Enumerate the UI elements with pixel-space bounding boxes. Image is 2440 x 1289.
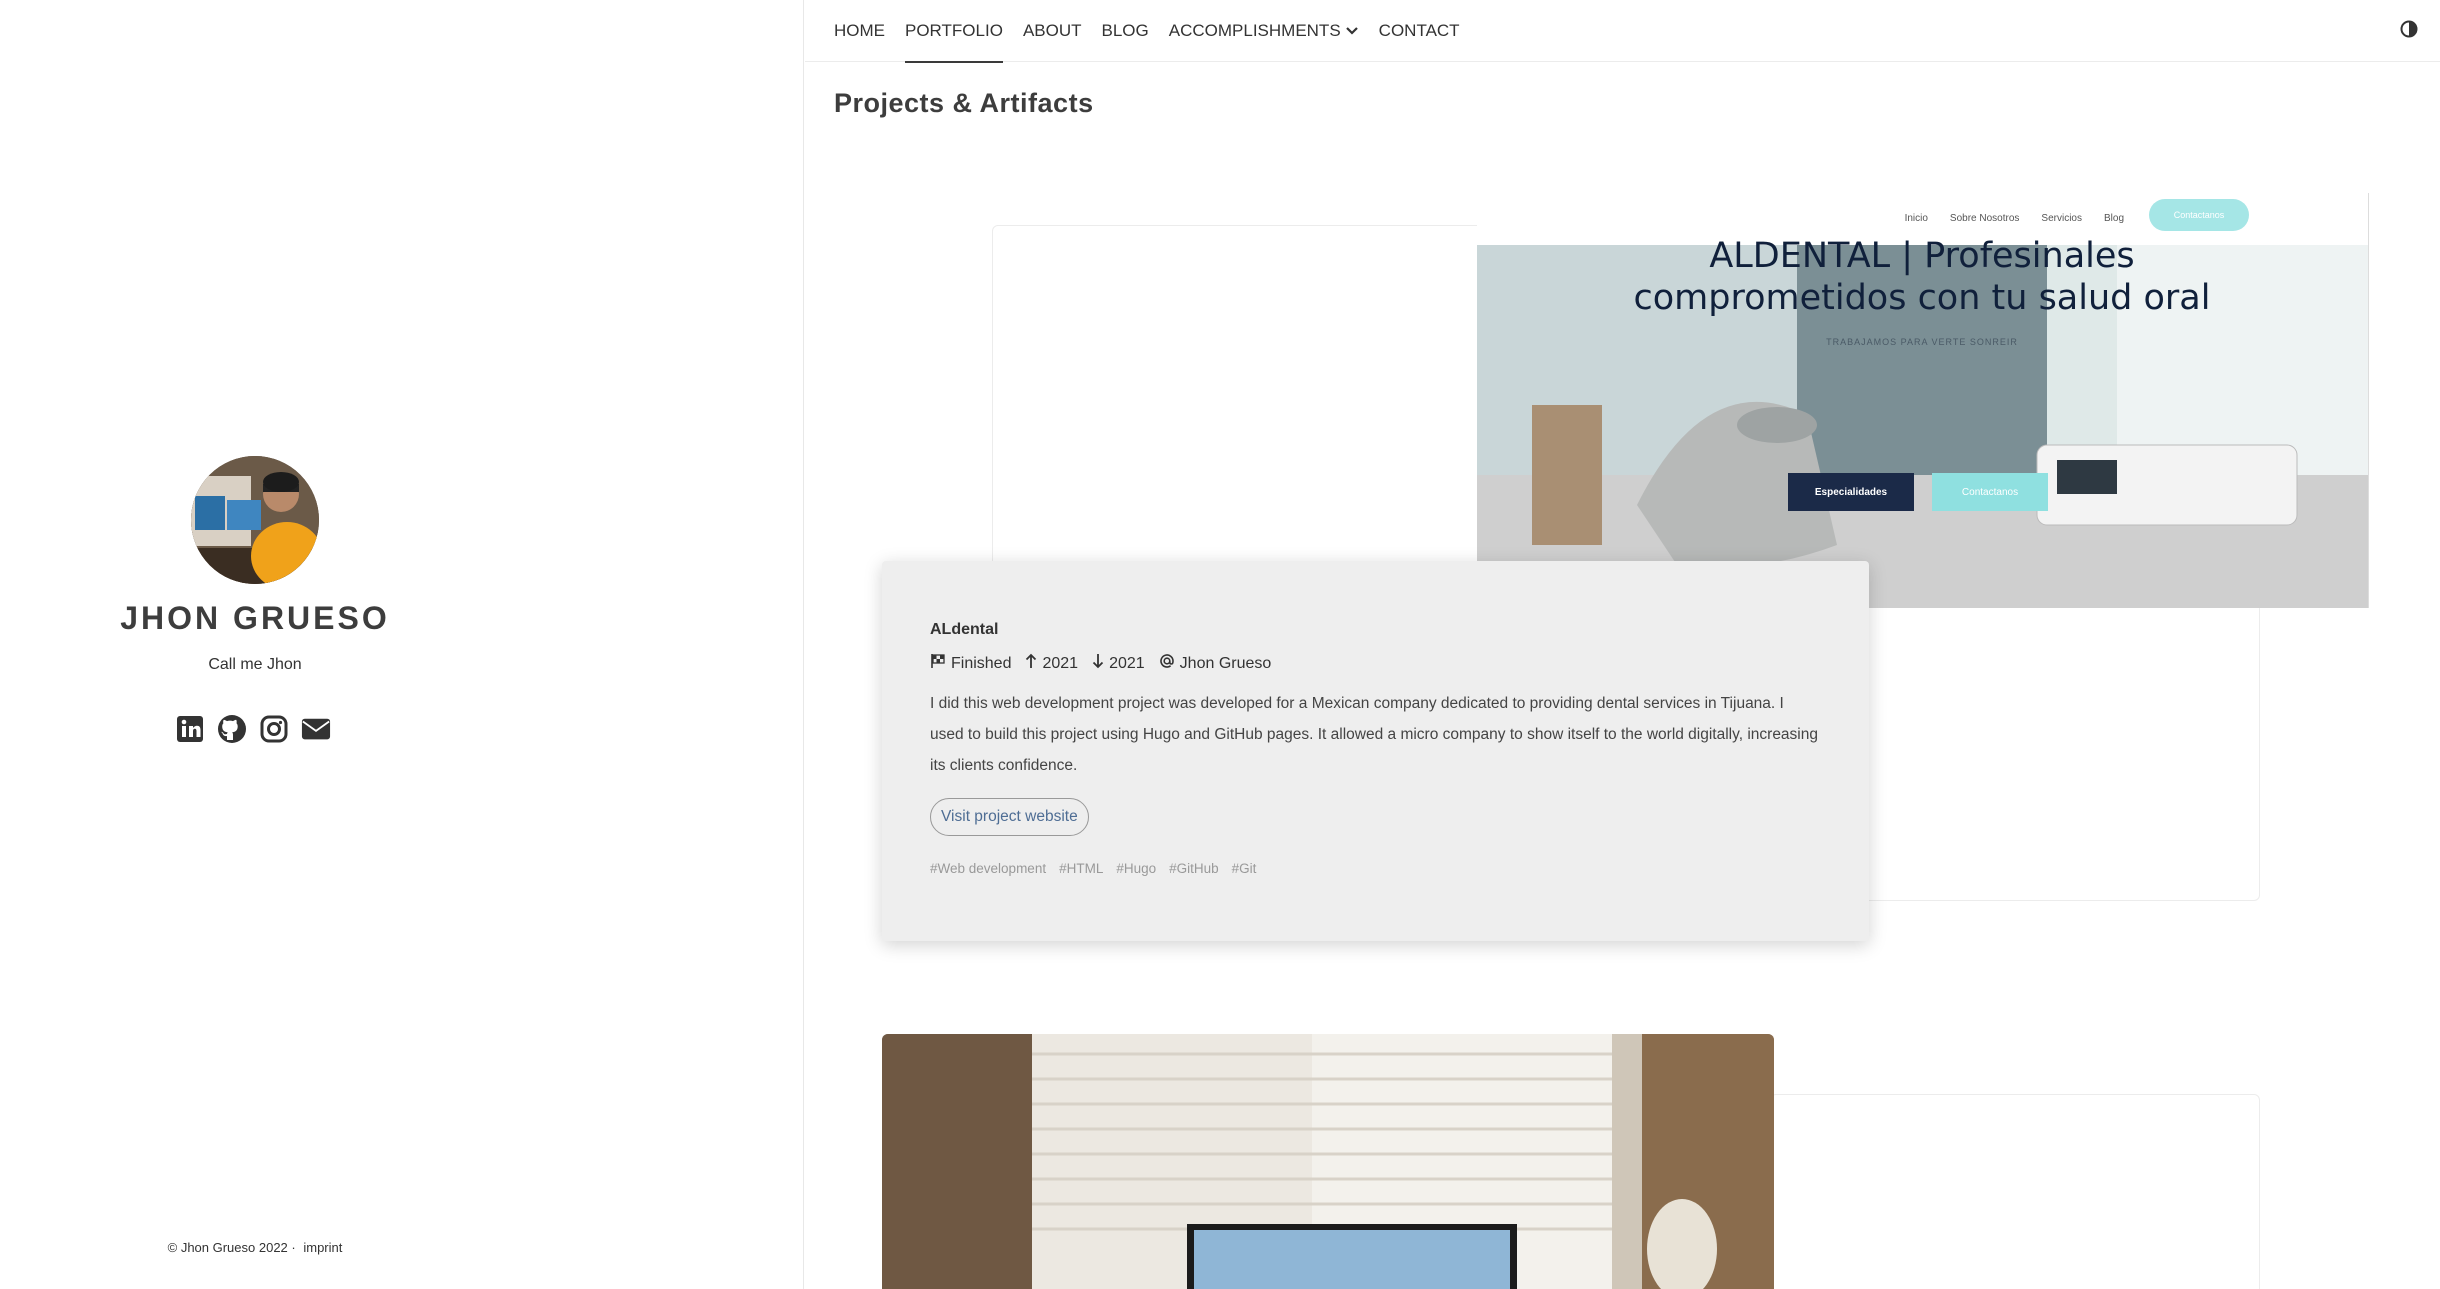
project-image-2[interactable] — [882, 1034, 1774, 1289]
nav-item-label: ABOUT — [1022, 21, 1082, 40]
screenshot-heading: ALDENTAL | Profesinales comprometidos co… — [1633, 236, 2211, 318]
screenshot-hero: TRABAJAMOS PARA VERTE SONREIR ALDENTAL |… — [1477, 236, 2368, 608]
screenshot-nav-link: Servicios — [2041, 213, 2082, 224]
imprint-link[interactable]: imprint — [303, 1240, 342, 1255]
arrow-up-icon — [1025, 653, 1037, 674]
screenshot-nav-links: Inicio Sobre Nosotros Servicios Blog — [1905, 213, 2124, 224]
nav-item-contact[interactable]: CONTACT — [1379, 0, 1470, 62]
profile-tagline: Call me Jhon — [208, 656, 302, 673]
nav-item-label: HOME — [834, 21, 885, 40]
project-tags: #Web development #HTML #Hugo #GitHub #Gi… — [930, 861, 1256, 876]
project-end-year: 2021 — [1109, 654, 1145, 672]
screenshot-nav-cta: Contactanos — [2149, 199, 2249, 231]
screenshot-button-specialties: Especialidades — [1788, 473, 1914, 511]
top-nav: HOME PORTFOLIO ABOUT BLOG ACCOMPLISHMENT… — [805, 0, 2440, 63]
project-start: 2021 — [1025, 653, 1078, 674]
nav-item-blog[interactable]: BLOG — [1102, 0, 1159, 62]
arrow-down-icon — [1092, 653, 1104, 674]
avatar — [191, 456, 319, 584]
visit-project-button[interactable]: Visit project website — [930, 798, 1089, 836]
tag[interactable]: #GitHub — [1169, 861, 1219, 876]
chevron-down-icon — [1345, 21, 1359, 41]
flag-checkered-icon — [930, 653, 946, 674]
project-card: ALdental Finished 2021 2021 Jhon Grueso — [882, 561, 1869, 941]
nav-item-label: CONTACT — [1378, 21, 1460, 40]
project-title: ALdental — [930, 621, 999, 638]
copyright-text: © Jhon Grueso 2022 · — [167, 1240, 296, 1255]
linkedin-icon[interactable] — [175, 714, 205, 744]
screenshot-nav-link: Sobre Nosotros — [1949, 213, 2020, 224]
nav-item-portfolio[interactable]: PORTFOLIO — [905, 0, 1013, 63]
profile-name: JHON GRUESO — [120, 600, 390, 636]
project-meta: Finished 2021 2021 Jhon Grueso — [930, 653, 1271, 674]
nav-item-home[interactable]: HOME — [834, 0, 895, 62]
screenshot-button-contact: Contactanos — [1932, 473, 2048, 511]
screenshot-nav-link: Blog — [2103, 213, 2124, 224]
office-photo — [882, 1034, 1774, 1289]
nav-item-accomplishments[interactable]: ACCOMPLISHMENTS — [1169, 0, 1369, 62]
project-end: 2021 — [1092, 653, 1145, 674]
project-status-label: Finished — [951, 654, 1012, 672]
screenshot-nav-link: Inicio — [1904, 213, 1928, 224]
nav-item-label: ACCOMPLISHMENTS — [1168, 21, 1341, 40]
project-screenshot[interactable]: Inicio Sobre Nosotros Servicios Blog Con… — [1477, 193, 2369, 608]
instagram-icon[interactable] — [259, 714, 289, 744]
nav-menu: HOME PORTFOLIO ABOUT BLOG ACCOMPLISHMENT… — [834, 0, 1480, 63]
tag[interactable]: #HTML — [1059, 861, 1103, 876]
nav-item-label: PORTFOLIO — [905, 21, 1003, 40]
screenshot-kicker: TRABAJAMOS PARA VERTE SONREIR — [1826, 337, 2018, 347]
project-description: I did this web development project was d… — [930, 695, 1818, 774]
tag[interactable]: #Web development — [930, 861, 1046, 876]
envelope-icon[interactable] — [301, 714, 331, 744]
project-card-frame-2 — [1770, 1094, 2260, 1289]
project-author-name: Jhon Grueso — [1179, 654, 1272, 672]
nav-item-about[interactable]: ABOUT — [1023, 0, 1092, 62]
nav-item-label: BLOG — [1101, 21, 1149, 40]
page-title: Projects & Artifacts — [834, 88, 1094, 118]
at-sign-icon — [1159, 653, 1175, 674]
sidebar: JHON GRUESO Call me Jhon © Jhon Grueso 2… — [0, 0, 804, 1289]
sidebar-footer: © Jhon Grueso 2022 · imprint — [0, 1240, 510, 1255]
github-icon[interactable] — [217, 714, 247, 744]
project-status: Finished — [930, 653, 1011, 674]
project-author: Jhon Grueso — [1159, 653, 1272, 674]
tag[interactable]: #Git — [1232, 861, 1257, 876]
avatar-photo — [191, 456, 319, 584]
project-start-year: 2021 — [1042, 654, 1079, 672]
social-links — [175, 714, 331, 744]
tag[interactable]: #Hugo — [1116, 861, 1156, 876]
half-circle-contrast-icon[interactable] — [2398, 18, 2420, 40]
